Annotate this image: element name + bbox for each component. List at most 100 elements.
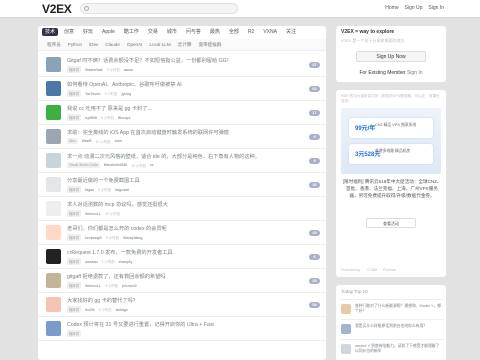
last-reply[interactable]: ShirayWang — [123, 236, 142, 240]
tab-item[interactable]: 技术 — [42, 28, 59, 36]
node-badge[interactable]: 程序员 — [67, 210, 82, 217]
node-badge[interactable]: 程序员 — [67, 330, 82, 337]
node-badge[interactable]: 程序员 — [67, 234, 82, 241]
topic-title[interactable]: 老哥们，你们都是怎么开的 codex 的会员呢 — [67, 225, 292, 232]
node-badge[interactable]: iDev — [67, 138, 78, 144]
topic-title[interactable]: Codex 预计将在 31 号又要进行重置，记得开启你的 Ultra + Fas… — [67, 321, 292, 328]
reply-count[interactable]: 4 — [309, 134, 320, 140]
topic-title[interactable]: 我说 cc 吐用不了 原来是 gg 卡封了... — [67, 105, 292, 112]
tab-item[interactable]: 交易 — [145, 28, 161, 36]
topic-author[interactable]: keepongl2 — [85, 236, 102, 240]
avatar[interactable] — [46, 177, 61, 192]
topic-author[interactable]: YarSeven — [85, 92, 100, 96]
topic-author[interactable]: Manoto0x0035 — [104, 163, 127, 167]
avatar[interactable] — [46, 297, 61, 312]
node-badge[interactable]: 程序员 — [67, 282, 82, 289]
avatar[interactable] — [46, 201, 61, 216]
ad-image[interactable]: 99元/年 CN2 精品 VPS 独享多线 3元528元 香港多线路 精品机房 — [341, 108, 441, 174]
avatar[interactable] — [46, 225, 61, 240]
tab-item[interactable]: Apple — [99, 28, 118, 36]
node-badge[interactable]: 程序员 — [67, 66, 82, 73]
avatar[interactable] — [46, 273, 61, 288]
avatar[interactable] — [46, 321, 61, 336]
topic-author[interactable]: SilenceLL — [85, 212, 101, 216]
node-badge[interactable]: Visual Studio Code — [67, 162, 100, 168]
topic-author[interactable]: Waaf2 — [82, 139, 92, 143]
last-reply[interactable]: sixm — [115, 139, 123, 143]
today-item[interactable]: mode4 Y 到底有啥魅力，读较了下感受才能理解了以同价位的新车 — [341, 339, 443, 357]
node-badge[interactable]: 程序员 — [67, 186, 82, 193]
topic-author[interactable]: SilenceLL — [85, 284, 101, 288]
last-reply[interactable]: aaron — [124, 68, 133, 72]
ad-text[interactable]: [限时福利] 腾讯云618年中大促活动：全球CN2、首批、香港、法兰克福、上海、… — [342, 178, 442, 199]
tab-item[interactable]: R2 — [245, 28, 257, 36]
tab-item[interactable]: VXNA — [260, 28, 280, 36]
node-badge[interactable]: 程序员 — [67, 114, 82, 121]
tab-item[interactable]: 酷工作 — [121, 28, 142, 36]
avatar[interactable] — [46, 129, 61, 144]
last-reply[interactable]: wxlaige — [116, 308, 128, 312]
ad-view-button[interactable]: 查看活动 — [366, 218, 416, 228]
today-item-text[interactable]: mode4 Y 到底有啥魅力，读较了下感受才能理解了以同价位的新车 — [355, 344, 441, 354]
last-reply[interactable]: chanpily — [119, 260, 133, 264]
avatar[interactable] — [46, 57, 61, 72]
topic-title[interactable]: 如何看待 OpenAI、Anthropic、谷歌呼吁做被禁 AI — [67, 81, 292, 88]
tab-item[interactable]: 最热 — [207, 28, 223, 36]
tab-item[interactable]: 城市 — [164, 28, 180, 36]
topic-title[interactable]: 求人对话测数的 mcp 协议吗，感觉还挺很大 — [67, 201, 292, 208]
tab-item[interactable]: 全部 — [226, 28, 242, 36]
tab-item[interactable]: 好玩 — [80, 28, 96, 36]
subtab-item[interactable]: Local LLM — [149, 42, 170, 47]
today-item-text[interactable]: 我是买什么样能原话到前台也给你么有用？ — [355, 324, 441, 329]
signup-button[interactable]: Sign Up Now — [356, 51, 426, 62]
last-reply[interactable]: jiecnocl2 — [122, 284, 137, 288]
signin-link[interactable]: Sign In — [407, 70, 423, 76]
topic-author[interactable]: StatesGate — [85, 68, 103, 72]
subtab-item[interactable]: Claude — [105, 42, 120, 47]
nav-home[interactable]: Home — [385, 5, 398, 11]
ad-footer-sponsor[interactable]: .V7388 — [366, 268, 377, 272]
last-reply[interactable]: sc — [150, 163, 154, 167]
nav-signup[interactable]: Sign Up — [405, 5, 423, 11]
reply-count[interactable]: 54 — [309, 302, 320, 308]
subtab-item[interactable]: Python — [68, 42, 82, 47]
nav-signin[interactable]: Sign In — [428, 5, 444, 11]
reply-count[interactable]: 64 — [309, 86, 320, 92]
last-reply[interactable]: jyleng — [121, 92, 131, 96]
avatar[interactable] — [46, 153, 61, 168]
reply-count[interactable]: 37 — [309, 62, 320, 68]
topic-author[interactable]: llv209 — [85, 308, 94, 312]
reply-count[interactable]: 49 — [309, 230, 320, 236]
node-badge[interactable]: 程序员 — [67, 258, 82, 265]
subtab-item[interactable]: OpenAI — [127, 42, 143, 47]
logo[interactable]: V2EX — [42, 2, 72, 16]
topic-title[interactable]: Gitgaf 时不俩？话费余额没不足？不如短信指公益，一份都别留给 GG！ — [67, 57, 292, 64]
last-reply[interactable]: bagusall — [115, 188, 129, 192]
last-reply[interactable]: Rhoope — [118, 116, 131, 120]
topic-title[interactable]: crRequest 1.7.0 发布，一款免费的开发者工具 — [67, 249, 292, 256]
tab-item[interactable]: 关注 — [283, 28, 299, 36]
topic-author[interactable]: wansau — [85, 260, 97, 264]
tab-item[interactable]: 问与答 — [183, 28, 204, 36]
node-badge[interactable]: 程序员 — [67, 306, 82, 313]
avatar[interactable] — [46, 81, 61, 96]
today-item[interactable]: 我是买什么样能原话到前台也给你么有用？ — [341, 319, 443, 337]
node-badge[interactable]: 程序员 — [67, 90, 82, 97]
reply-count[interactable]: 35 — [309, 278, 320, 284]
today-item[interactable]: 各种门能对了什么新能源呢？理想和、Model Y，哪个好？ — [341, 299, 443, 317]
subtab-item[interactable]: 程序员 — [47, 42, 61, 48]
avatar[interactable] — [46, 105, 61, 120]
reply-count[interactable]: 17 — [309, 110, 320, 116]
avatar[interactable] — [46, 249, 61, 264]
subtab-item[interactable]: 云计算 — [178, 42, 192, 48]
subtab-item[interactable]: 宽带症候群 — [198, 42, 221, 48]
ad-footer-promote[interactable]: Promote — [383, 268, 396, 272]
search-input[interactable] — [80, 3, 238, 14]
reply-count[interactable]: 16 — [309, 182, 320, 188]
topic-title[interactable]: 求一点 动漫二次元风格的壁纸，适合 ide 的，大部分是纯色，右下角有人物的这种… — [67, 153, 292, 160]
tab-item[interactable]: 创意 — [61, 28, 77, 36]
reply-count[interactable]: 8 — [309, 158, 320, 164]
topic-author[interactable]: nylf898 — [85, 116, 97, 120]
topic-title[interactable]: gitgaff 拒绝退款了，还有救回余额的希望吗 — [67, 273, 292, 280]
topic-title[interactable]: 大家找好的 gg 卡的替代了吗？ — [67, 297, 292, 304]
